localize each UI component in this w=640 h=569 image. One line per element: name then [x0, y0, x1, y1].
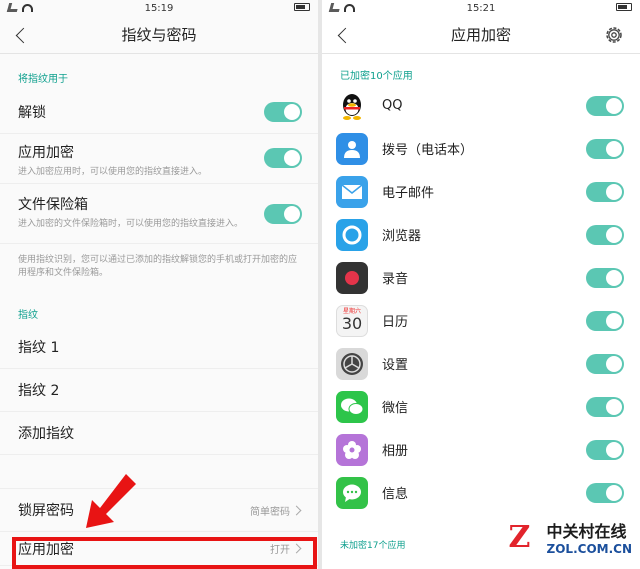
add-fingerprint-item[interactable]: 添加指纹 [0, 412, 318, 455]
app-row-wechat[interactable]: 微信 [322, 385, 640, 428]
app-name: 微信 [382, 401, 409, 416]
wifi-icon [344, 3, 355, 12]
app-name: 日历 [382, 315, 409, 330]
wifi-icon [22, 3, 33, 12]
title-bar: 指纹与密码 [0, 16, 318, 54]
spacer [0, 455, 318, 489]
status-bar: 15:19 [0, 0, 318, 16]
unencrypted-apps-header: 未加密17个应用 [340, 541, 406, 551]
row-file-safe[interactable]: 文件保险箱 进入加密的文件保险箱时，可以使用您的指纹直接进入。 [0, 184, 318, 244]
app-encrypt-toggle[interactable] [264, 148, 302, 168]
gallery-icon [336, 433, 368, 466]
app-row-gallery[interactable]: 相册 [322, 428, 640, 471]
app-toggle[interactable] [586, 182, 624, 202]
app-encrypt-screen: 15:21 应用加密 已加密10个应用 QQ 拨号（电话本） 电子邮件 浏览器 … [322, 0, 640, 569]
zol-watermark: Z 中关村在线 ZOL.COM.CN [509, 518, 632, 556]
calendar-day: 30 [341, 314, 363, 333]
wechat-icon [336, 390, 368, 423]
fingerprint-password-screen: 15:19 指纹与密码 将指纹用于 解锁 应用加密 进入加密应用时，可以使用您的… [0, 0, 318, 569]
app-row-recorder[interactable]: 录音 [322, 256, 640, 299]
row-app-encrypt[interactable]: 应用加密 进入加密应用时，可以使用您的指纹直接进入。 [0, 134, 318, 184]
signal-icon [6, 3, 20, 12]
app-row-qq[interactable]: QQ [322, 84, 640, 127]
app-name: 相册 [382, 444, 409, 459]
app-name: 录音 [382, 272, 409, 287]
chevron-right-icon [291, 505, 302, 515]
app-toggle[interactable] [586, 139, 624, 159]
app-name: 电子邮件 [382, 186, 435, 201]
lock-screen-password-row[interactable]: 锁屏密码 简单密码 [0, 489, 318, 532]
app-toggle[interactable] [586, 354, 624, 374]
app-name: 设置 [382, 358, 409, 373]
row-value: 简单密码 [250, 506, 290, 518]
gear-icon[interactable] [604, 25, 624, 45]
row-title: 文件保险箱 [18, 197, 88, 213]
watermark-cn: 中关村在线 [546, 522, 627, 541]
section-header-use-fingerprint: 将指纹用于 [18, 74, 68, 85]
status-time: 15:21 [466, 2, 496, 14]
title-bar: 应用加密 [322, 16, 640, 54]
signal-icon [328, 3, 342, 12]
row-label: 锁屏密码 [18, 503, 74, 519]
status-bar: 15:21 [322, 0, 640, 16]
back-icon[interactable] [14, 26, 26, 44]
watermark-en: ZOL.COM.CN [546, 542, 632, 556]
row-desc: 进入加密的文件保险箱时，可以使用您的指纹直接进入。 [18, 219, 244, 229]
zol-logo-icon: Z [508, 520, 531, 555]
encrypted-apps-header: 已加密10个应用 [340, 71, 413, 82]
app-row-email[interactable]: 电子邮件 [322, 170, 640, 213]
highlight-box [12, 537, 317, 569]
browser-icon [336, 218, 368, 251]
app-row-dialer[interactable]: 拨号（电话本） [322, 127, 640, 170]
fingerprint-note: 使用指纹识别，您可以通过已添加的指纹解锁您的手机或打开加密的应用程序和文件保险箱… [18, 255, 298, 278]
app-row-messages[interactable]: 信息 [322, 471, 640, 514]
message-icon [336, 476, 368, 509]
page-title: 应用加密 [450, 26, 511, 44]
app-toggle[interactable] [586, 311, 624, 331]
qq-icon [336, 89, 368, 122]
battery-icon [294, 3, 310, 11]
section-header-fingerprint: 指纹 [18, 310, 38, 321]
app-toggle[interactable] [586, 268, 624, 288]
file-safe-toggle[interactable] [264, 204, 302, 224]
app-toggle[interactable] [586, 96, 624, 116]
app-toggle[interactable] [586, 440, 624, 460]
app-toggle[interactable] [586, 483, 624, 503]
row-unlock[interactable]: 解锁 [0, 90, 318, 134]
row-title: 解锁 [18, 105, 46, 121]
calendar-icon: 星期六 30 [336, 304, 368, 337]
status-time: 15:19 [144, 2, 174, 14]
app-name: 浏览器 [382, 229, 422, 244]
row-desc: 进入加密应用时，可以使用您的指纹直接进入。 [18, 167, 208, 177]
settings-icon [336, 347, 368, 380]
red-arrow-icon [86, 474, 136, 528]
app-row-calendar[interactable]: 星期六 30 日历 [322, 299, 640, 342]
app-toggle[interactable] [586, 397, 624, 417]
app-row-browser[interactable]: 浏览器 [322, 213, 640, 256]
fingerprint-1-item[interactable]: 指纹 1 [0, 326, 318, 369]
app-name: 拨号（电话本） [382, 143, 474, 158]
battery-icon [616, 3, 632, 11]
fingerprint-2-item[interactable]: 指纹 2 [0, 369, 318, 412]
page-title: 指纹与密码 [121, 26, 197, 44]
app-name: 信息 [382, 487, 409, 502]
back-icon[interactable] [336, 26, 348, 44]
contacts-icon [336, 132, 368, 165]
app-row-settings[interactable]: 设置 [322, 342, 640, 385]
app-toggle[interactable] [586, 225, 624, 245]
recorder-icon [336, 261, 368, 294]
unlock-toggle[interactable] [264, 102, 302, 122]
app-name: QQ [382, 98, 403, 113]
row-title: 应用加密 [18, 145, 74, 161]
mail-icon [336, 175, 368, 208]
